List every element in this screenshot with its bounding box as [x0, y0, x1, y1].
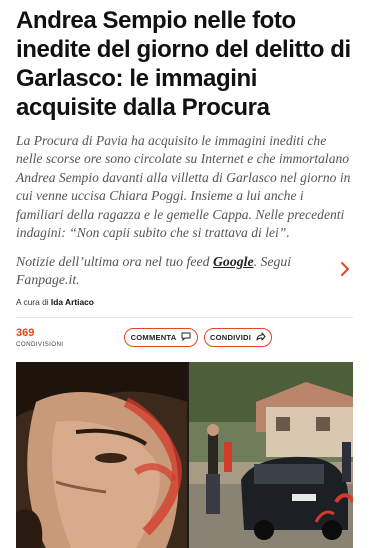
share-button-label: CONDIVIDI [209, 333, 252, 343]
google-news-text: Notizie dell’ultima ora nel tuo feed Goo… [16, 253, 339, 289]
share-counter: 369 CONDIVISIONI [16, 327, 102, 348]
article-photo[interactable] [16, 362, 353, 548]
share-button[interactable]: CONDIVIDI [204, 328, 272, 348]
article-summary: La Procura di Pavia ha acquisito le imma… [16, 133, 351, 241]
google-news-prefix: Notizie dell’ultima ora nel tuo feed [16, 254, 213, 270]
byline-prefix: A cura di [16, 297, 51, 308]
author-name[interactable]: Ida Artiaco [51, 297, 94, 307]
comment-bubble-icon [176, 332, 191, 343]
comment-button-label: COMMENTA [130, 333, 177, 343]
google-news-follow[interactable]: Notizie dell’ultima ora nel tuo feed Goo… [16, 253, 353, 289]
article-headline: Andrea Sempio nelle foto inedite del gio… [16, 7, 351, 121]
share-count: 369 [16, 327, 35, 340]
byline: A cura di Ida Artiaco [16, 297, 353, 307]
article: Andrea Sempio nelle foto inedite del gio… [0, 6, 369, 548]
chevron-right-icon[interactable] [339, 261, 353, 282]
share-count-label: CONDIVISIONI [16, 341, 64, 349]
comment-button[interactable]: COMMENTA [124, 328, 198, 348]
google-link[interactable]: Google [213, 254, 254, 269]
share-bar: 369 CONDIVISIONI COMMENTA CONDIVIDI [16, 327, 353, 348]
share-arrow-icon [251, 332, 266, 343]
divider [16, 317, 353, 319]
portrait-panel [16, 362, 188, 548]
street-scene-panel [188, 362, 353, 548]
